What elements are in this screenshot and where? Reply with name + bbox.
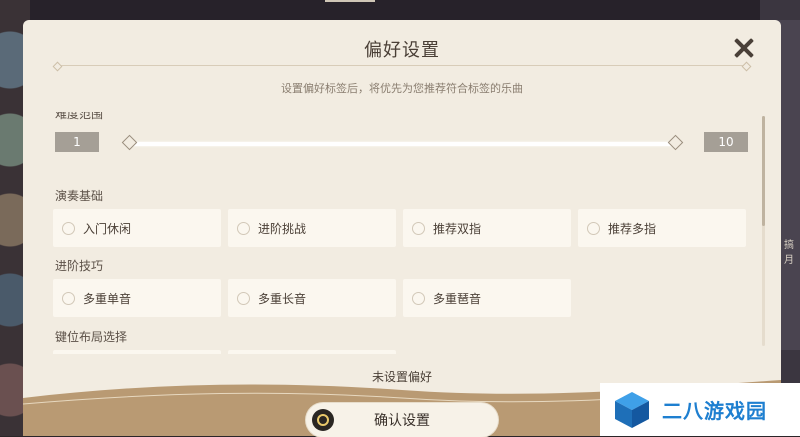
radio-icon — [62, 221, 75, 235]
section-label-layout: 键位布局选择 — [55, 330, 128, 344]
option-skill-multi-single[interactable]: 多重单音 — [53, 279, 221, 317]
slider-max-handle[interactable] — [667, 134, 684, 151]
watermark-text: 二八游戏园 — [662, 399, 767, 423]
site-watermark: 二八游戏园 — [600, 383, 800, 436]
option-basic-challenge[interactable]: 进阶挑战 — [228, 209, 396, 247]
difficulty-range-label: 难度范围 — [55, 112, 104, 121]
close-icon[interactable] — [731, 36, 755, 60]
dialog-subtitle: 设置偏好标签后，将优先为您推荐符合标签的乐曲 — [281, 82, 523, 95]
top-indicator — [325, 0, 375, 2]
radio-icon — [62, 291, 75, 305]
section-label-skills: 进阶技巧 — [55, 259, 104, 273]
title-divider — [57, 65, 747, 66]
confirm-label: 确认设置 — [374, 413, 430, 429]
confirm-icon — [312, 409, 334, 431]
cube-logo-icon — [615, 391, 649, 428]
section-label-basic: 演奏基础 — [55, 189, 104, 203]
option-basic-two-finger[interactable]: 推荐双指 — [403, 209, 571, 247]
radio-icon — [587, 221, 600, 235]
scrollbar[interactable] — [762, 116, 765, 346]
option-layout-six-key[interactable]: 六键 — [228, 350, 396, 354]
option-skill-multi-arpeggio[interactable]: 多重琶音 — [403, 279, 571, 317]
radio-icon — [237, 221, 250, 235]
scrollbar-thumb[interactable] — [762, 116, 765, 226]
difficulty-slider[interactable] — [121, 134, 684, 151]
radio-icon — [412, 221, 425, 235]
slider-fill — [128, 142, 674, 146]
option-basic-casual[interactable]: 入门休闲 — [53, 209, 221, 247]
difficulty-min-value: 1 — [55, 132, 99, 152]
slider-min-handle[interactable] — [121, 134, 138, 151]
option-layout-four-key[interactable]: 四键 — [53, 350, 221, 354]
radio-icon — [412, 291, 425, 305]
radio-icon — [237, 291, 250, 305]
dialog-title: 偏好设置 — [364, 40, 440, 61]
confirm-button[interactable]: 确认设置 — [306, 403, 498, 437]
option-skill-multi-long[interactable]: 多重长音 — [228, 279, 396, 317]
option-basic-multi-finger[interactable]: 推荐多指 — [578, 209, 746, 247]
preference-dialog: 偏好设置 设置偏好标签后，将优先为您推荐符合标签的乐曲 难度范围 1 10 演奏… — [23, 20, 781, 437]
background-card-text: 搞月 — [784, 240, 794, 266]
preference-scroll-area[interactable]: 难度范围 1 10 演奏基础 入门休闲 进阶挑战 推荐双指 推荐多指 进阶技巧 … — [53, 112, 753, 354]
difficulty-max-value: 10 — [704, 132, 748, 152]
